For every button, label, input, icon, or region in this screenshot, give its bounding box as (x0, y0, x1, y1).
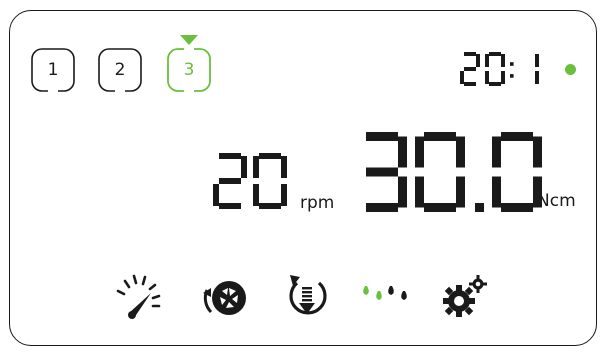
digit-segment (501, 71, 505, 84)
digit-segment (219, 153, 241, 159)
digit-segment (501, 203, 533, 212)
digit-segment (259, 203, 281, 209)
colon-dot (510, 74, 514, 78)
digit-segment (281, 184, 287, 206)
digit-segment (281, 156, 287, 178)
digit-segment (415, 176, 424, 208)
program-label-2: 2 (114, 60, 126, 80)
speedometer-icon[interactable] (113, 271, 167, 325)
auto-reverse-icon[interactable] (280, 271, 334, 325)
speed-unit: rpm (300, 193, 335, 213)
program-label-1: 1 (47, 60, 59, 80)
digit-segment (398, 176, 407, 208)
digit-segment (460, 71, 464, 84)
digit-segment (219, 178, 241, 184)
digit-segment (489, 52, 501, 56)
digit-segment (501, 54, 505, 67)
torque-unit: Ncm (537, 191, 576, 211)
digit-segment (253, 184, 259, 206)
digit-segment (366, 203, 398, 212)
digit-segment (253, 156, 259, 178)
digit-segment (476, 54, 480, 67)
status-dot (565, 64, 576, 75)
program-button-2[interactable]: 2 (97, 47, 143, 93)
program-button-1[interactable]: 1 (30, 47, 76, 93)
digit-segment (424, 132, 456, 141)
digit-segment (485, 71, 489, 84)
program-label-3: 3 (183, 60, 195, 80)
digit-segment (456, 176, 465, 208)
digit-segment (535, 71, 539, 84)
digit-segment (366, 167, 398, 177)
digit-segment (213, 184, 219, 206)
digit-segment (533, 136, 542, 168)
digit-segment (489, 82, 501, 86)
digit-segment (492, 136, 501, 168)
decimal-point (475, 203, 484, 212)
torque-value-display (366, 132, 542, 212)
irrigation-icon[interactable] (357, 271, 411, 325)
rotation-mode-icon[interactable] (199, 271, 253, 325)
digit-segment (464, 52, 476, 56)
digit-segment (485, 54, 489, 67)
digit-segment (415, 136, 424, 168)
digit-segment (424, 203, 456, 212)
digit-segment (492, 176, 501, 208)
program-button-3[interactable]: 3 (166, 47, 212, 93)
speed-value-display (213, 153, 287, 209)
digit-segment (501, 132, 533, 141)
digit-segment (398, 136, 407, 168)
digit-segment (219, 203, 241, 209)
colon-dot (510, 62, 514, 66)
selected-program-indicator (180, 35, 198, 45)
clock-display (460, 52, 539, 86)
digit-segment (535, 54, 539, 67)
digit-segment (241, 156, 247, 178)
digit-segment (464, 82, 476, 86)
digit-segment (366, 132, 398, 141)
settings-gears-icon[interactable] (439, 271, 493, 325)
digit-segment (259, 153, 281, 159)
digit-segment (456, 136, 465, 168)
digit-segment (464, 67, 476, 71)
